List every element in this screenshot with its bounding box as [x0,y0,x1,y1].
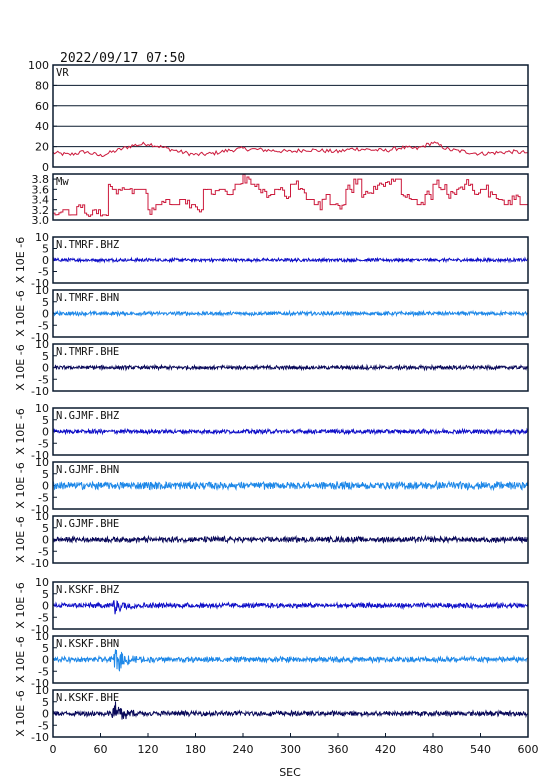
waveform-bhe [52,534,529,545]
mw-series-line [53,173,528,217]
y-tick-label: 80 [35,79,49,92]
y-unit-label: X 10E -6 [14,582,27,628]
waveform-bhe [52,363,529,372]
x-tick-label: 240 [233,743,254,756]
panel-label: N.GJMF.BHE [56,518,119,530]
y-unit-label: X 10E -6 [14,344,27,390]
waveform-bhe [52,701,529,720]
panel-label: VR [56,67,69,79]
panel-frame [52,64,529,168]
x-axis-label: SEC [279,766,301,779]
waveform-bhz [52,256,529,264]
y-tick-label: 3.8 [32,173,50,186]
waveform-bhz [52,600,529,615]
y-unit-label: X 10E -6 [14,516,27,562]
y-tick-label: 0 [42,161,49,174]
x-tick-label: 600 [518,743,539,756]
panel-n-gjmf-bhn: 1050-5-10X 10E -6 N.GJMF.BHN [14,456,529,516]
panel-n-gjmf-bhe: 1050-5-10X 10E -6 N.GJMF.BHE [14,510,529,570]
waveform-bhn [52,480,529,492]
panel-label: N.TMRF.BHN [56,292,119,304]
x-tick-label: 480 [423,743,444,756]
y-unit-label: X 10E -6 [14,408,27,454]
panel-label: N.KSKF.BHN [56,638,119,650]
panel-label: N.GJMF.BHN [56,464,119,476]
x-tick-label: 0 [50,743,57,756]
x-tick-label: 420 [375,743,396,756]
seismic-chart: 2022/09/17 07:50 020406080100VR3.03.23.4… [14,51,539,779]
x-tick-label: 360 [328,743,349,756]
panel-n-tmrf-bhe: 1050-5-10X 10E -6 N.TMRF.BHE [14,338,529,398]
panel-n-tmrf-bhn: 1050-5-10X 10E -6 N.TMRF.BHN [14,284,529,344]
y-unit-label: X 10E -6 [14,237,27,283]
y-tick-label: -10 [31,731,49,744]
panel-n-tmrf-bhz: 1050-5-10X 10E -6 N.TMRF.BHZ [14,231,529,290]
vr-series-line [52,141,529,158]
panel-label: N.KSKF.BHE [56,692,119,704]
y-unit-label: X 10E -6 [14,462,27,508]
panel-label: N.KSKF.BHZ [56,584,119,596]
y-tick-label: -10 [31,385,49,398]
waveform-bhn [52,309,529,318]
panel-vr: 0 20 40 60 80 100 VR [28,59,529,174]
panel-label: N.GJMF.BHZ [56,410,119,422]
panel-n-kskf-bhn: 1050-5-10X 10E -6 N.KSKF.BHN [14,630,529,690]
panel-label: N.TMRF.BHZ [56,239,119,251]
chart-panels: 020406080100VR3.03.23.43.63.8 Mw1050-5-10… [14,59,529,744]
panel-n-kskf-bhz: 1050-5-10X 10E -6 N.KSKF.BHZ [14,576,529,636]
waveform-bhz [52,427,529,436]
x-tick-label: 180 [185,743,206,756]
x-tick-label: 120 [138,743,159,756]
y-tick-label: -10 [31,557,49,570]
x-tick-label: 60 [94,743,108,756]
y-unit-label: X 10E -6 [14,636,27,682]
y-tick-label: 60 [35,100,49,113]
panel-label: Mw [56,176,69,188]
panel-n-gjmf-bhz: 1050-5-10X 10E -6 N.GJMF.BHZ [14,402,529,462]
y-unit-label: X 10E -6 [14,290,27,336]
chart-timestamp: 2022/09/17 07:50 [60,51,185,66]
x-tick-label: 300 [280,743,301,756]
y-tick-label: 40 [35,120,49,133]
panel-n-kskf-bhe: 1050-5-10X 10E -6 N.KSKF.BHE [14,684,529,744]
x-tick-label: 540 [470,743,491,756]
panel-label: N.TMRF.BHE [56,346,119,358]
panel-mw: 3.03.23.43.63.8 Mw [32,173,529,227]
y-unit-label: X 10E -6 [14,690,27,736]
waveform-bhn [52,649,529,672]
y-tick-label: 20 [35,141,49,154]
y-tick-label: 100 [28,59,49,72]
